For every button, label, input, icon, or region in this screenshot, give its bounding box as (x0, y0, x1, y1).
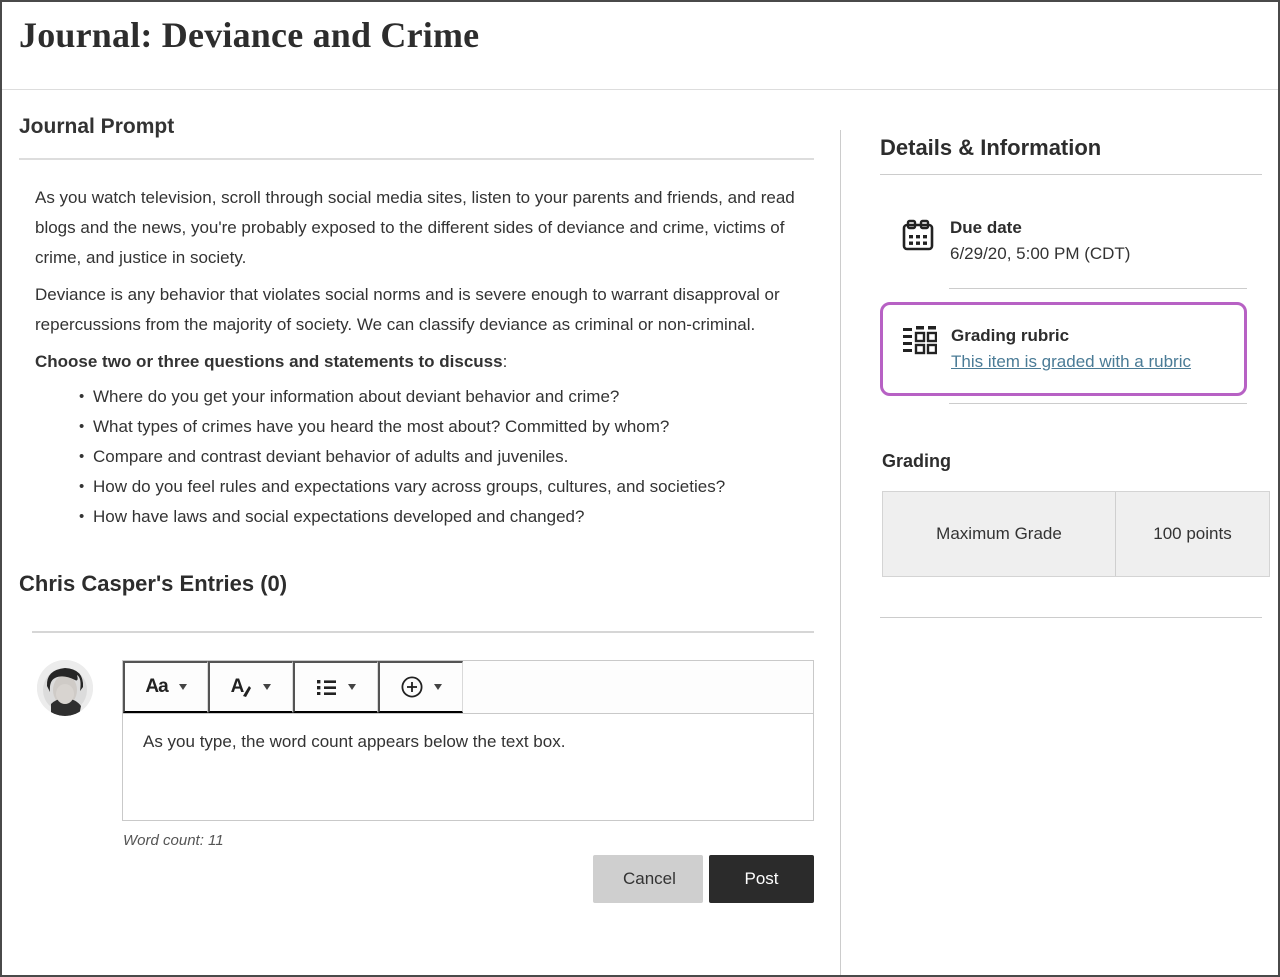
cancel-button[interactable]: Cancel (593, 855, 703, 903)
prompt-paragraph: As you watch television, scroll through … (35, 183, 795, 273)
max-grade-value: 100 points (1116, 492, 1269, 576)
list-item: Where do you get your information about … (79, 382, 755, 412)
main-column: Journal Prompt As you watch television, … (2, 90, 840, 903)
due-date-row: Due date 6/29/20, 5:00 PM (CDT) (880, 215, 1262, 267)
text-editor: Aa A (122, 660, 814, 903)
max-grade-label: Maximum Grade (883, 492, 1116, 576)
insert-button[interactable] (378, 661, 463, 713)
list-item: How have laws and social expectations de… (79, 502, 755, 532)
rubric-label: Grading rubric (951, 323, 1191, 349)
grading-rubric-box: Grading rubric This item is graded with … (880, 302, 1247, 396)
journal-prompt-body: As you watch television, scroll through … (19, 160, 814, 532)
calendar-icon (900, 217, 936, 253)
grading-table: Maximum Grade 100 points (882, 491, 1270, 577)
sidebar-divider (949, 403, 1247, 404)
entry-text: As you type, the word count appears belo… (143, 732, 565, 751)
details-heading: Details & Information (880, 135, 1262, 175)
chevron-down-icon (434, 684, 442, 690)
rubric-text: Grading rubric This item is graded with … (951, 323, 1191, 375)
text-style-button[interactable]: Aa (123, 661, 208, 713)
grading-heading: Grading (882, 451, 1262, 472)
text-format-icon: A (231, 676, 253, 698)
page-header: Journal: Deviance and Crime (2, 2, 1278, 90)
rubric-link[interactable]: This item is graded with a rubric (951, 352, 1191, 371)
editor-toolbar: Aa A (122, 660, 814, 714)
journal-page: Journal: Deviance and Crime Journal Prom… (0, 0, 1280, 977)
details-sidebar: Details & Information Due date 6/29/20, … (841, 90, 1280, 618)
due-date-label: Due date (950, 215, 1130, 241)
list-item: What types of crimes have you heard the … (79, 412, 755, 442)
list-item: Compare and contrast deviant behavior of… (79, 442, 755, 472)
prompt-paragraph: Deviance is any behavior that violates s… (35, 280, 795, 340)
journal-prompt-heading: Journal Prompt (19, 115, 814, 139)
sidebar-divider (949, 288, 1247, 289)
chevron-down-icon (263, 684, 271, 690)
post-button[interactable]: Post (709, 855, 814, 903)
entry-editor-row: Aa A (19, 660, 814, 903)
sidebar-divider (880, 617, 1262, 618)
word-count: Word count: 11 (123, 832, 814, 849)
entries-divider (32, 631, 814, 633)
due-date-text: Due date 6/29/20, 5:00 PM (CDT) (950, 215, 1130, 267)
toolbar-spacer (463, 661, 813, 713)
bullet-list-icon (317, 679, 337, 695)
page-title: Journal: Deviance and Crime (2, 2, 1278, 56)
text-style-icon: Aa (145, 676, 167, 698)
prompt-instruction: Choose two or three questions and statem… (35, 347, 795, 377)
entry-text-input[interactable]: As you type, the word count appears belo… (122, 714, 814, 821)
avatar (37, 660, 93, 716)
entries-heading: Chris Casper's Entries (0) (19, 571, 814, 597)
list-button[interactable] (293, 661, 378, 713)
text-format-button[interactable]: A (208, 661, 293, 713)
chevron-down-icon (348, 684, 356, 690)
editor-actions: Cancel Post (122, 855, 814, 903)
rubric-icon (901, 326, 937, 360)
prompt-question-list: Where do you get your information about … (35, 382, 755, 532)
plus-circle-icon (401, 676, 423, 698)
list-item: How do you feel rules and expectations v… (79, 472, 755, 502)
chevron-down-icon (179, 684, 187, 690)
prompt-instruction-bold: Choose two or three questions and statem… (35, 352, 503, 371)
due-date-value: 6/29/20, 5:00 PM (CDT) (950, 241, 1130, 267)
